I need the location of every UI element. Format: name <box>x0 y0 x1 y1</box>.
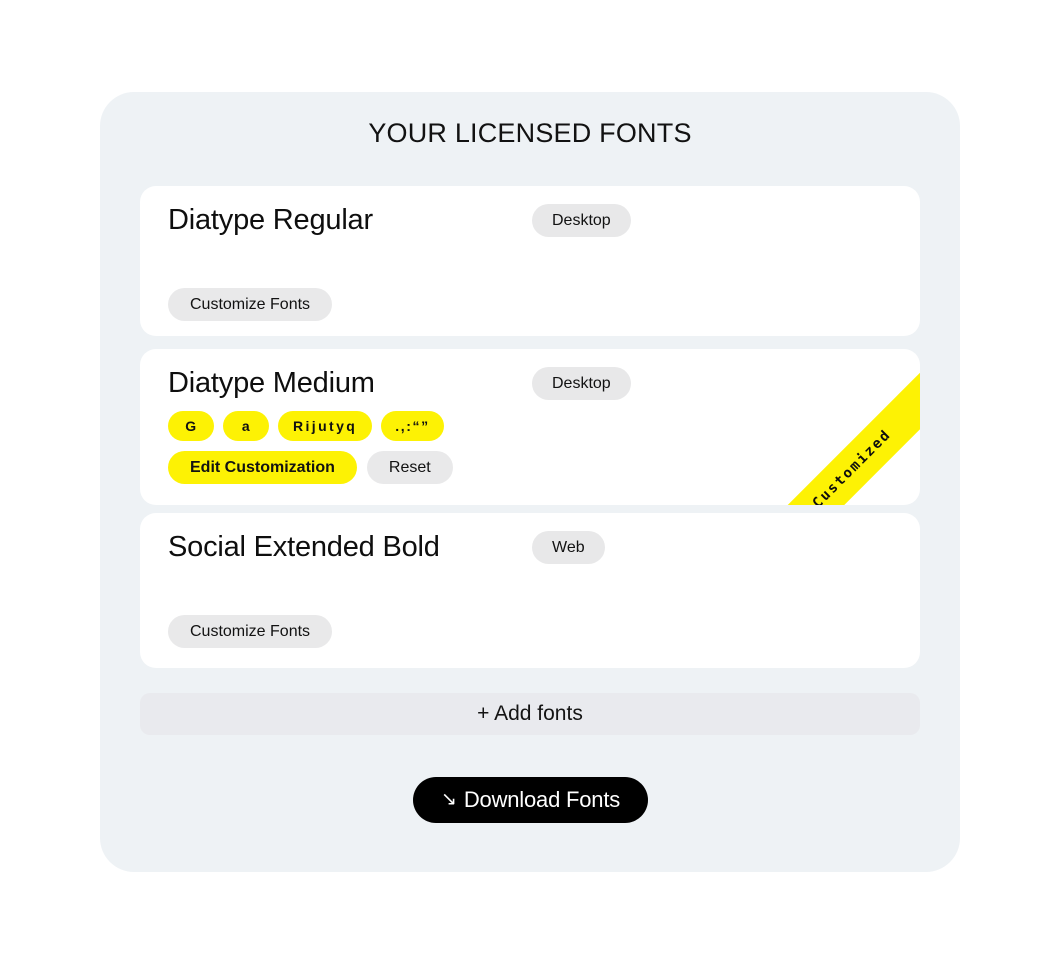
download-arrow-icon: ↘ <box>440 788 457 810</box>
font-name: Diatype Medium <box>168 367 375 399</box>
font-card-list: Diatype Regular Desktop Customize Fonts … <box>140 186 920 668</box>
customized-ribbon-label: Customized <box>809 426 895 505</box>
font-card-social-extended-bold[interactable]: Social Extended Bold Web Customize Fonts <box>140 513 920 668</box>
customized-ribbon: Customized <box>745 362 920 505</box>
glyph-pill[interactable]: G <box>168 411 214 441</box>
card-header: Diatype Regular Desktop <box>168 204 631 237</box>
reset-button[interactable]: Reset <box>366 451 453 484</box>
page-title: YOUR LICENSED FONTS <box>368 118 692 148</box>
license-type-badge: Desktop <box>532 367 631 400</box>
licensed-fonts-panel: YOUR LICENSED FONTS Diatype Regular Desk… <box>100 92 960 872</box>
license-type-badge: Desktop <box>532 204 631 237</box>
glyph-pill[interactable]: .,:“” <box>381 411 444 441</box>
card-header: Social Extended Bold Web <box>168 531 605 564</box>
card-actions: Edit Customization Reset <box>168 451 453 484</box>
font-card-diatype-regular[interactable]: Diatype Regular Desktop Customize Fonts <box>140 186 920 336</box>
font-name: Social Extended Bold <box>168 531 440 563</box>
card-actions: Customize Fonts <box>168 288 333 321</box>
license-type-badge: Web <box>532 531 605 564</box>
glyph-pill[interactable]: Rijutyq <box>278 411 373 441</box>
font-name: Diatype Regular <box>168 204 373 236</box>
card-header: Diatype Medium Desktop <box>168 367 631 400</box>
glyph-pill[interactable]: a <box>223 411 269 441</box>
customize-fonts-button[interactable]: Customize Fonts <box>168 615 333 648</box>
glyph-customization-pills: G a Rijutyq .,:“” <box>168 411 444 441</box>
edit-customization-button[interactable]: Edit Customization <box>168 451 357 484</box>
card-actions: Customize Fonts <box>168 615 333 648</box>
download-fonts-button[interactable]: ↘ Download Fonts <box>413 777 648 823</box>
font-card-diatype-medium[interactable]: Diatype Medium Desktop G a Rijutyq .,:“”… <box>140 349 920 505</box>
customize-fonts-button[interactable]: Customize Fonts <box>168 288 333 321</box>
download-fonts-label: Download Fonts <box>463 787 621 812</box>
add-fonts-button[interactable]: + Add fonts <box>140 693 920 735</box>
app-root: YOUR LICENSED FONTS Diatype Regular Desk… <box>0 0 1060 960</box>
